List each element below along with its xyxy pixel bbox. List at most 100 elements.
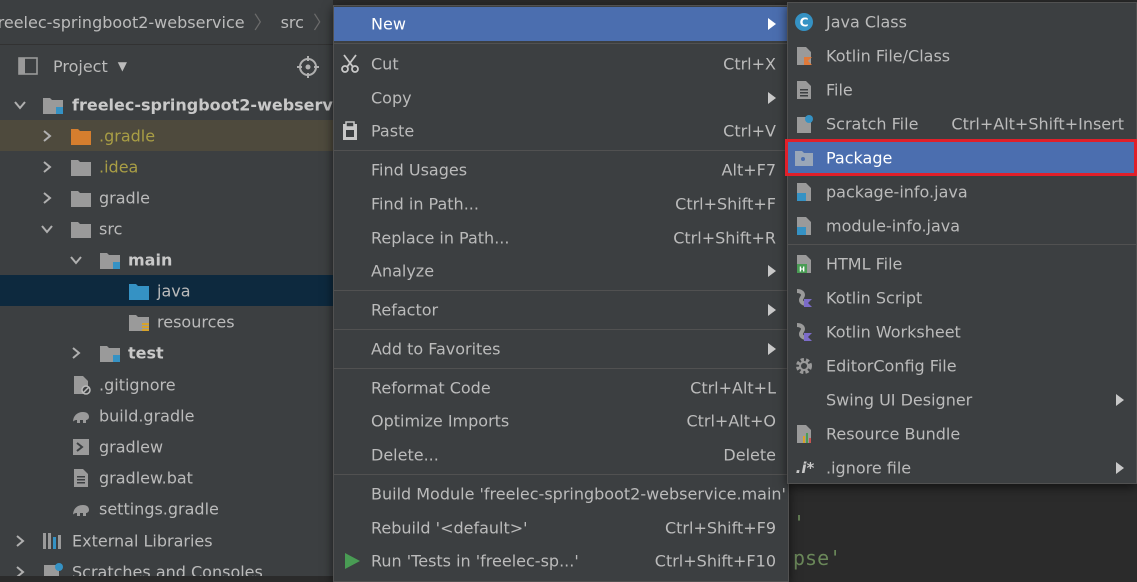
breadcrumb: freelec-springboot2-webservice 〉 src 〉 m…	[0, 0, 333, 45]
module-folder-icon	[43, 97, 63, 114]
menu-item-package[interactable]: Package	[788, 141, 1136, 175]
menu-item-module-info[interactable]: module-info.java	[788, 209, 1136, 243]
tree-item-settings-gradle[interactable]: settings.gradle	[0, 493, 333, 524]
menu-item-label: .ignore file	[826, 458, 912, 478]
menu-item-kotlin-file[interactable]: Kotlin File/Class	[788, 39, 1136, 73]
menu-item-label: Delete...	[371, 445, 439, 465]
locate-file-icon[interactable]	[297, 56, 319, 78]
chevron-down-icon[interactable]	[40, 222, 54, 236]
folder-icon	[71, 190, 91, 207]
breadcrumb-src[interactable]: src	[281, 13, 304, 32]
tree-item-label: java	[157, 281, 191, 300]
kotlin-script-icon	[796, 289, 812, 307]
tree-item-build-gradle[interactable]: build.gradle	[0, 400, 333, 431]
menu-item-label: Kotlin Script	[826, 288, 923, 308]
menu-item-new[interactable]: New	[334, 7, 788, 41]
chevron-right-icon[interactable]	[40, 160, 54, 174]
folder-icon	[71, 221, 91, 238]
menu-item-label: Kotlin File/Class	[826, 46, 951, 66]
project-view-icon[interactable]	[18, 57, 38, 75]
menu-item-file[interactable]: File	[788, 73, 1136, 107]
tree-item-gitignore[interactable]: .gitignore	[0, 369, 333, 400]
tree-item-external-libraries[interactable]: External Libraries	[0, 525, 333, 556]
menu-separator	[334, 368, 788, 369]
menu-separator	[334, 329, 788, 330]
menu-item-label: Add to Favorites	[371, 339, 501, 359]
menu-item-find-in-path[interactable]: Find in Path... Ctrl+Shift+F	[334, 188, 788, 220]
menu-item-delete[interactable]: Delete... Delete	[334, 439, 788, 471]
menu-item-shortcut: Ctrl+X	[723, 54, 776, 74]
tree-item-label: main	[128, 250, 173, 269]
menu-item-shortcut: Ctrl+Shift+R	[673, 228, 776, 248]
menu-item-find-usages[interactable]: Find Usages Alt+F7	[334, 154, 788, 186]
tree-item-idea[interactable]: .idea	[0, 151, 333, 182]
libraries-icon	[43, 532, 61, 549]
project-panel-title[interactable]: Project	[53, 57, 108, 76]
menu-item-label: Find in Path...	[371, 194, 479, 214]
chevron-right-icon[interactable]	[40, 129, 54, 143]
tree-item-src[interactable]: src	[0, 213, 333, 244]
menu-item-cut[interactable]: Cut Ctrl+X	[334, 48, 788, 80]
menu-item-html-file[interactable]: H HTML File	[788, 247, 1136, 281]
submenu-arrow-icon	[1116, 462, 1124, 474]
clipboard-icon	[343, 121, 357, 140]
tree-item-label: src	[99, 219, 123, 238]
menu-item-label: Scratch File	[826, 114, 919, 134]
menu-item-label: Analyze	[371, 261, 435, 281]
menu-item-rebuild[interactable]: Rebuild '<default>' Ctrl+Shift+F9	[334, 512, 788, 544]
menu-item-label: New	[371, 14, 406, 34]
menu-item-label: Run 'Tests in 'freelec-sp...'	[371, 551, 579, 571]
tree-item-test[interactable]: test	[0, 337, 333, 368]
chevron-down-icon[interactable]	[13, 98, 27, 112]
menu-item-reformat-code[interactable]: Reformat Code Ctrl+Alt+L	[334, 372, 788, 404]
menu-item-kotlin-script[interactable]: Kotlin Script	[788, 281, 1136, 315]
menu-item-editorconfig[interactable]: EditorConfig File	[788, 349, 1136, 383]
menu-item-paste[interactable]: Paste Ctrl+V	[334, 115, 788, 147]
java-class-icon: C	[795, 13, 813, 31]
menu-item-refactor[interactable]: Refactor	[334, 294, 788, 326]
menu-item-label: Kotlin Worksheet	[826, 322, 961, 342]
menu-item-copy[interactable]: Copy	[334, 82, 788, 114]
menu-item-shortcut: Ctrl+Alt+L	[690, 378, 776, 398]
script-file-icon	[73, 438, 89, 455]
menu-item-kotlin-worksheet[interactable]: Kotlin Worksheet	[788, 315, 1136, 349]
chevron-right-icon[interactable]	[69, 346, 83, 360]
menu-item-ignore-file[interactable]: .i* .ignore file	[788, 451, 1136, 485]
menu-item-build-module[interactable]: Build Module 'freelec-springboot2-webser…	[334, 478, 788, 510]
breadcrumb-project[interactable]: freelec-springboot2-webservice	[0, 13, 245, 32]
tree-item-label: Scratches and Consoles	[72, 562, 263, 576]
tree-item-java[interactable]: java	[0, 275, 333, 306]
menu-item-resource-bundle[interactable]: Resource Bundle	[788, 417, 1136, 451]
menu-item-java-class[interactable]: C Java Class	[788, 5, 1136, 39]
chevron-down-icon[interactable]: ▼	[118, 59, 127, 73]
menu-item-label: HTML File	[826, 254, 903, 274]
chevron-down-icon[interactable]	[69, 253, 83, 267]
chevron-right-icon[interactable]	[40, 191, 54, 205]
scratch-file-icon	[797, 115, 813, 133]
tree-item-main[interactable]: main	[0, 244, 333, 275]
chevron-right-icon[interactable]	[13, 565, 27, 577]
gradle-elephant-icon	[73, 504, 89, 516]
tree-item-gradle[interactable]: gradle	[0, 182, 333, 213]
menu-item-package-info[interactable]: package-info.java	[788, 175, 1136, 209]
tree-item-dot-gradle[interactable]: .gradle	[0, 120, 333, 151]
menu-item-add-to-favorites[interactable]: Add to Favorites	[334, 333, 788, 365]
new-submenu: C Java Class Kotlin File/Class File Scra…	[787, 2, 1137, 484]
tree-item-gradlew[interactable]: gradlew	[0, 431, 333, 462]
menu-item-replace-in-path[interactable]: Replace in Path... Ctrl+Shift+R	[334, 222, 788, 254]
menu-item-label: Copy	[371, 88, 412, 108]
chevron-right-icon[interactable]	[13, 534, 27, 548]
ignore-file-icon	[74, 375, 91, 395]
tree-item-resources[interactable]: resources	[0, 306, 333, 337]
tree-item-gradlew-bat[interactable]: gradlew.bat	[0, 462, 333, 493]
tree-item-label: freelec-springboot2-webservice	[72, 95, 333, 114]
menu-item-optimize-imports[interactable]: Optimize Imports Ctrl+Alt+O	[334, 405, 788, 437]
tree-item-root[interactable]: freelec-springboot2-webservice	[0, 89, 333, 120]
menu-item-label: Optimize Imports	[371, 411, 510, 431]
menu-item-analyze[interactable]: Analyze	[334, 255, 788, 287]
menu-item-scratch-file[interactable]: Scratch File Ctrl+Alt+Shift+Insert	[788, 107, 1136, 141]
tree-item-scratches[interactable]: Scratches and Consoles	[0, 556, 333, 576]
menu-item-run-tests[interactable]: Run 'Tests in 'freelec-sp...' Ctrl+Shift…	[334, 545, 788, 577]
submenu-arrow-icon	[768, 265, 776, 277]
menu-item-swing-ui[interactable]: Swing UI Designer	[788, 383, 1136, 417]
